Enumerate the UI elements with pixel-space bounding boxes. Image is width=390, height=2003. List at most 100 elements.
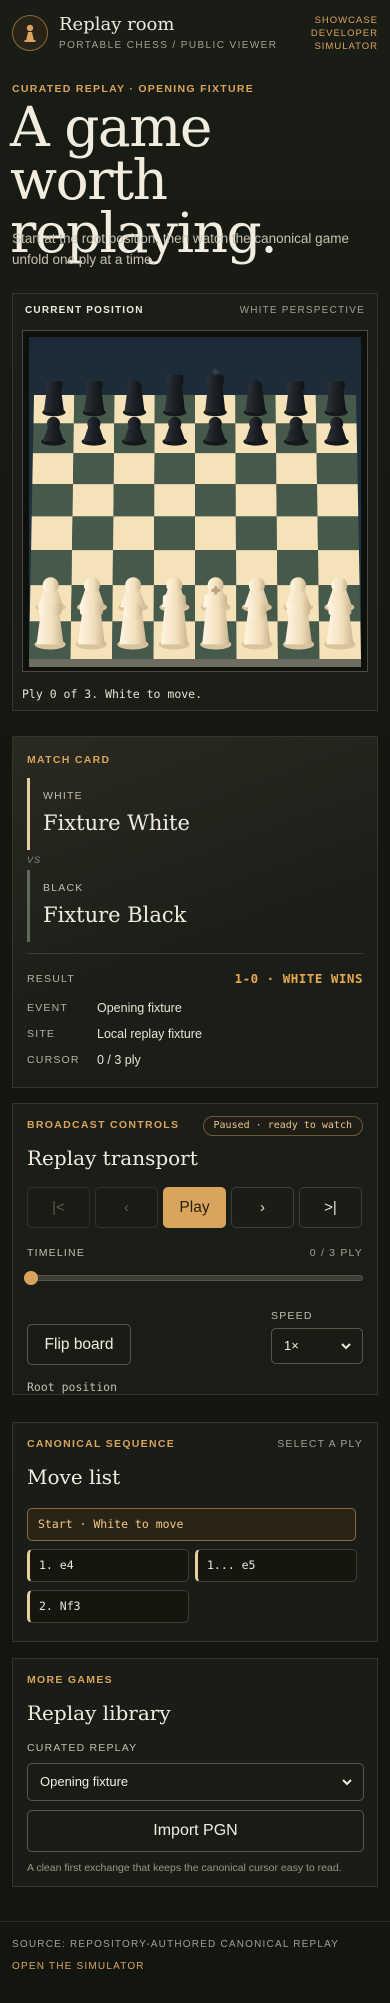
white-knight-piece[interactable] [282,602,315,650]
hero-subtitle: Start at the root position, then watch t… [12,231,349,267]
white-role: WHITE [43,790,83,802]
last-ply-button[interactable]: >| [299,1187,362,1228]
board-square[interactable] [316,453,358,485]
white-rook-piece[interactable] [324,602,356,650]
board-square[interactable] [31,516,73,551]
app-subtitle: PORTABLE CHESS / PUBLIC VIEWER [59,40,278,51]
black-name: Fixture Black [43,903,187,927]
board-perspective: WHITE PERSPECTIVE [239,305,365,316]
versus-label: VS [27,855,42,865]
chevron-down-icon [341,1343,351,1350]
black-rook-piece[interactable] [42,381,66,417]
nav-link-developer[interactable]: DEVELOPER [311,27,378,40]
more-games-label: MORE GAMES [27,1674,113,1686]
top-bar: Replay room PORTABLE CHESS / PUBLIC VIEW… [0,0,390,66]
result-value: 1-0 · WHITE WINS [234,971,363,986]
black-role: BLACK [43,882,84,894]
move-list-title: Move list [27,1465,121,1489]
board-square[interactable] [276,516,318,551]
curated-replay-label: CURATED REPLAY [27,1742,138,1754]
board-square[interactable] [154,453,195,485]
top-nav: SHOWCASE DEVELOPER SIMULATOR [311,14,378,53]
move-list-panel: CANONICAL SEQUENCE SELECT A PLY Move lis… [12,1422,378,1642]
board-square[interactable] [317,484,359,517]
cursor-label: CURSOR [27,1054,80,1066]
board-square[interactable] [72,516,114,551]
black-queen-piece[interactable] [163,374,187,417]
import-pgn-button[interactable]: Import PGN [27,1810,364,1852]
board-square[interactable] [72,484,114,517]
board-square[interactable] [235,484,277,517]
white-rook-piece[interactable] [34,602,66,650]
white-queen-piece[interactable] [158,594,190,650]
replay-select[interactable]: Opening fixture [27,1763,364,1801]
replay-select-value: Opening fixture [40,1774,129,1789]
replay-library: MORE GAMES Replay library CURATED REPLAY… [12,1658,378,1887]
sequence-label: CANONICAL SEQUENCE [27,1438,176,1450]
move-item[interactable]: 2. Nf3 [27,1590,189,1623]
board-square[interactable] [317,516,359,551]
speed-label: SPEED [271,1310,313,1322]
timeline-thumb[interactable] [24,1271,38,1285]
board-label: CURRENT POSITION [25,305,144,316]
board-square[interactable] [235,453,277,485]
library-note: A clean first exchange that keeps the ca… [27,1862,342,1874]
app-title: Replay room [59,14,175,35]
board-square[interactable] [113,484,155,517]
footer-source: SOURCE: REPOSITORY-AUTHORED CANONICAL RE… [12,1939,340,1950]
timeline-label: TIMELINE [27,1247,86,1259]
board-square[interactable] [32,453,74,485]
next-ply-button[interactable]: › [231,1187,294,1228]
speed-value: 1× [284,1338,299,1353]
board-square[interactable] [235,516,277,551]
white-player: WHITE Fixture White [27,778,357,850]
first-ply-button[interactable]: |< [27,1187,90,1228]
board-panel: CURRENT POSITION WHITE PERSPECTIVE Ply 0… [12,293,378,711]
divider [27,953,363,954]
previous-ply-button[interactable]: ‹ [95,1187,158,1228]
event-value: Opening fixture [97,1001,182,1015]
board-square[interactable] [113,516,155,551]
cursor-value: 0 / 3 ply [97,1053,141,1067]
board-square[interactable] [195,516,236,551]
board-square[interactable] [113,453,155,485]
black-knight-piece[interactable] [284,381,308,417]
flip-board-button[interactable]: Flip board [27,1324,131,1365]
footer-divider [0,1921,390,1922]
move-item[interactable]: 1. e4 [27,1549,189,1582]
white-name: Fixture White [43,811,190,835]
move-item[interactable]: 1... e5 [195,1549,357,1582]
open-simulator-link[interactable]: OPEN THE SIMULATOR [12,1961,145,1972]
nav-link-showcase[interactable]: SHOWCASE [311,14,378,27]
play-button[interactable]: Play [163,1187,226,1228]
transport-title: Replay transport [27,1146,198,1170]
board-square[interactable] [154,484,195,517]
board-square[interactable] [276,453,317,485]
ply-status: Ply 0 of 3. White to move. [22,687,203,701]
chess-board-frame [22,330,368,672]
black-rook-piece[interactable] [324,381,348,417]
board-square[interactable] [154,516,195,551]
library-title: Replay library [27,1701,171,1725]
hero-eyebrow: CURATED REPLAY · OPENING FIXTURE [12,83,255,95]
black-knight-piece[interactable] [82,381,106,417]
event-label: EVENT [27,1002,69,1014]
white-knight-piece[interactable] [75,602,108,650]
board-square[interactable] [31,484,73,517]
timeline-value: 0 / 3 PLY [309,1247,363,1259]
timeline-slider[interactable] [27,1275,363,1281]
logo[interactable] [12,15,48,51]
speed-select[interactable]: 1× [271,1328,363,1364]
black-player: BLACK Fixture Black [27,870,357,942]
move-start[interactable]: Start · White to move [27,1508,356,1541]
position-note: Root position [27,1380,118,1394]
board-square[interactable] [195,453,236,485]
chess-board[interactable] [29,337,361,667]
chevron-down-icon [342,1779,352,1786]
status-pill: Paused · ready to watch [202,1116,363,1136]
board-square[interactable] [276,484,318,517]
nav-link-simulator[interactable]: SIMULATOR [311,40,378,53]
result-label: RESULT [27,973,75,985]
board-square[interactable] [73,453,114,485]
board-square[interactable] [195,484,236,517]
